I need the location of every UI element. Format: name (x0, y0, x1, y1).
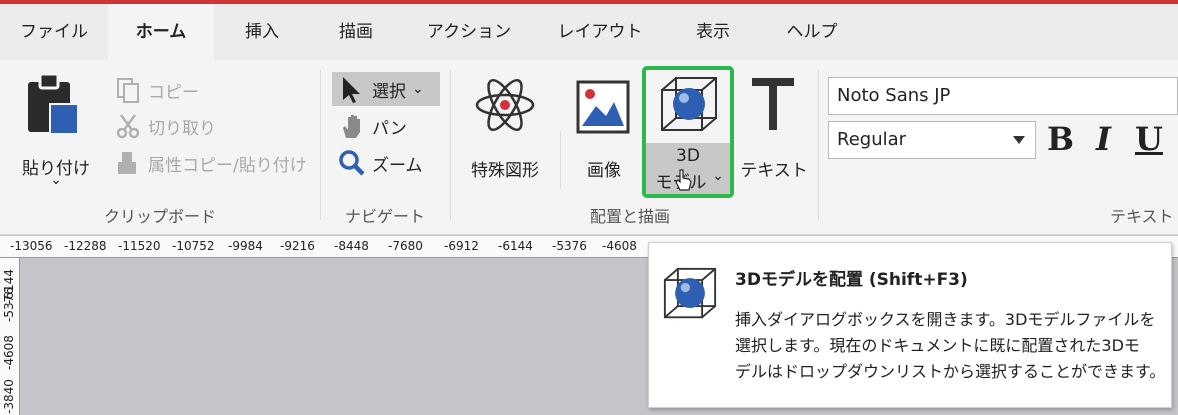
tab-help[interactable]: ヘルプ (762, 4, 862, 60)
tab-action[interactable]: アクション (402, 4, 536, 60)
ruler-label: -9216 (280, 239, 315, 253)
font-style-value: Regular (837, 129, 907, 150)
image-label: 画像 (587, 161, 621, 181)
text-tool-label: テキスト (740, 161, 808, 181)
cut-label: 切り取り (148, 118, 216, 139)
group-divider (320, 70, 321, 220)
special-shape-button[interactable]: 特殊図形 (458, 68, 552, 188)
image-icon (576, 80, 630, 134)
tooltip-title: 3Dモデルを配置 (Shift+F3) (735, 270, 968, 290)
group-divider (560, 130, 561, 190)
hand-icon (343, 115, 360, 138)
dropdown-arrow-icon (1013, 136, 1025, 144)
text-t-icon (752, 78, 794, 130)
format-brush-icon (118, 152, 136, 174)
chevron-down-icon: ⌄ (50, 172, 62, 188)
copy-label: コピー (148, 82, 199, 103)
pan-label: パン (372, 118, 407, 139)
ruler-label: -4608 (602, 239, 637, 253)
ruler-label: -8448 (334, 239, 369, 253)
group-divider (818, 70, 819, 220)
tooltip-text: デルはドロップダウンリストから選択することができます。 (735, 362, 1166, 381)
tooltip-text: 選択します。現在のドキュメントに既に配置された3Dモ (735, 336, 1140, 355)
ruler-label: -4608 (2, 335, 16, 370)
navigate-group-label: ナビゲート (344, 207, 425, 226)
italic-button[interactable]: I (1096, 120, 1111, 158)
ruler-label: -3840 (2, 379, 16, 414)
model3d-tooltip: 3Dモデルを配置 (Shift+F3) 挿入ダイアログボックスを開きます。3Dモ… (648, 242, 1172, 408)
clipboard-group-label: クリップボード (103, 207, 216, 226)
ruler-label: -6912 (444, 239, 479, 253)
hand-cursor-icon (675, 169, 692, 191)
ruler-label: -5376 (552, 239, 587, 253)
cut-button[interactable]: 切り取り (114, 109, 216, 143)
zoom-tool-button[interactable]: ズーム (338, 146, 423, 180)
ribbon-tabs: ファイル ホーム 挿入 描画 アクション レイアウト 表示 ヘルプ (0, 4, 1178, 60)
model3d-button[interactable]: 3D モデル ⌄ (642, 66, 734, 198)
ruler-label: -10752 (172, 239, 215, 253)
format-paste-label: 属性コピー/貼り付け (148, 155, 307, 176)
tooltip-text: 挿入ダイアログボックスを開きます。3Dモデルファイルを (735, 310, 1156, 329)
font-style-select[interactable]: Regular (828, 121, 1036, 159)
tab-home[interactable]: ホーム (108, 4, 214, 60)
tab-view[interactable]: 表示 (664, 4, 762, 60)
ruler-label: -13056 (10, 239, 53, 253)
scissors-icon (116, 114, 140, 139)
ruler-label: -9984 (228, 239, 263, 253)
underline-button[interactable]: U (1135, 120, 1163, 158)
chevron-down-icon: ⌄ (712, 168, 724, 184)
group-divider (450, 70, 451, 220)
bold-button[interactable]: B (1047, 120, 1074, 158)
tab-file[interactable]: ファイル (0, 4, 108, 60)
copy-icon (117, 78, 139, 103)
chevron-down-icon: ⌄ (412, 81, 424, 97)
ruler-label: -5376 (2, 287, 16, 322)
select-tool-button[interactable]: 選択 ⌄ (332, 72, 440, 106)
font-name-input[interactable]: Noto Sans JP (828, 77, 1178, 115)
pan-tool-button[interactable]: パン (338, 109, 407, 143)
clipboard-icon (28, 72, 79, 135)
image-button[interactable]: 画像 (566, 68, 642, 188)
select-label: 選択 (372, 81, 406, 102)
copy-button[interactable]: コピー (114, 73, 199, 107)
ruler-label: -7680 (388, 239, 423, 253)
ribbon: 貼り付け ⌄ コピー 切り取り 属性コピー/貼り付け クリップボード 選択 ⌄ … (0, 60, 1178, 235)
special-shape-label: 特殊図形 (471, 161, 539, 181)
place-group-label: 配置と描画 (589, 207, 670, 226)
paste-button[interactable]: 貼り付け ⌄ (10, 68, 102, 188)
ruler-label: -6144 (498, 239, 533, 253)
vertical-ruler: -6144 -5376 -4608 -3840 (0, 258, 20, 415)
magnifier-icon (339, 150, 365, 176)
zoom-label: ズーム (372, 155, 423, 176)
tab-draw[interactable]: 描画 (310, 4, 402, 60)
cube-sphere-icon (661, 77, 717, 131)
format-paste-button[interactable]: 属性コピー/貼り付け (114, 146, 307, 180)
ruler-label: -12288 (64, 239, 107, 253)
atom-icon (475, 78, 535, 132)
cube-sphere-icon (663, 267, 717, 319)
tab-layout[interactable]: レイアウト (536, 4, 664, 60)
text-group-label: テキスト (1110, 207, 1174, 226)
model3d-label-line1: 3D (676, 146, 700, 166)
ruler-label: -11520 (118, 239, 161, 253)
text-tool-button[interactable]: テキスト (738, 68, 810, 188)
pointer-icon (343, 77, 360, 103)
tab-insert[interactable]: 挿入 (214, 4, 310, 60)
